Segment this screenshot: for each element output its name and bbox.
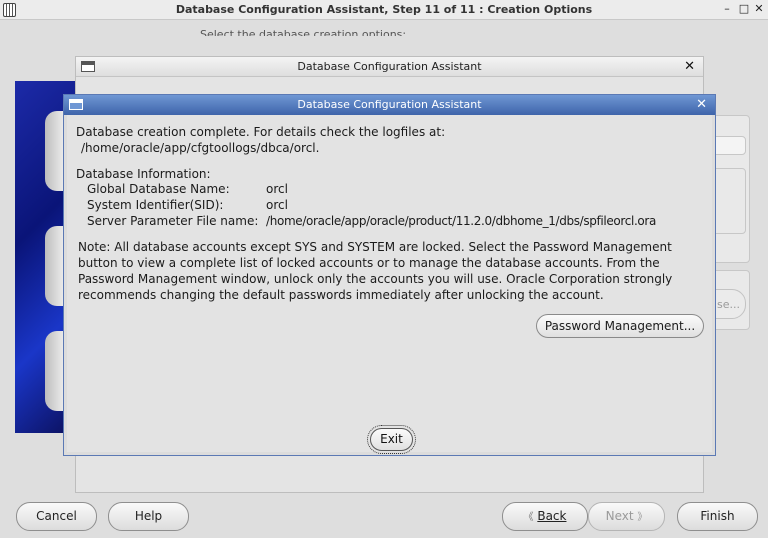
- back-button-label: Back: [537, 509, 567, 523]
- info-label-sid: System Identifier(SID):: [87, 198, 224, 212]
- info-value-global-name: orcl: [266, 182, 288, 196]
- completion-message: Database creation complete. For details …: [76, 125, 446, 139]
- main-title-bar: Database Configuration Assistant, Step 1…: [0, 0, 768, 20]
- note-text-line: recommends changing the default password…: [78, 288, 604, 302]
- close-icon[interactable]: ✕: [684, 59, 695, 74]
- info-label-spfile: Server Parameter File name:: [87, 214, 259, 228]
- next-arrow-icon: 》: [637, 512, 648, 523]
- next-button-label: Next: [605, 509, 634, 523]
- exit-button[interactable]: Exit: [367, 425, 416, 454]
- info-value-sid: orcl: [266, 198, 288, 212]
- logfile-path: /home/oracle/app/cfgtoollogs/dbca/orcl.: [81, 141, 320, 155]
- info-value-spfile: /home/oracle/app/oracle/product/11.2.0/d…: [266, 214, 657, 228]
- completion-dialog-content: Database creation complete. For details …: [67, 115, 712, 454]
- completion-dialog-title-bar: Database Configuration Assistant ✕: [64, 95, 715, 115]
- back-button[interactable]: 《 Back: [502, 502, 588, 531]
- back-arrow-icon: 《: [523, 512, 534, 523]
- completion-dialog-title: Database Configuration Assistant: [297, 98, 482, 111]
- next-button[interactable]: Next 》: [588, 502, 665, 531]
- progress-dialog-title: Database Configuration Assistant: [297, 60, 482, 73]
- completion-dialog: Database Configuration Assistant ✕ Datab…: [63, 94, 716, 456]
- database-info-heading: Database Information:: [76, 167, 211, 181]
- background-group-box: [712, 168, 746, 234]
- step-instruction: Select the database creation options:: [200, 28, 407, 36]
- note-text-line: Note: All database accounts except SYS a…: [78, 240, 672, 254]
- close-icon[interactable]: ✕: [696, 97, 707, 112]
- background-browse-button[interactable]: se...: [712, 289, 746, 319]
- main-window-title: Database Configuration Assistant, Step 1…: [175, 3, 593, 16]
- note-text-line: button to view a complete list of locked…: [78, 256, 660, 270]
- cancel-button[interactable]: Cancel: [16, 502, 97, 531]
- note-text-line: Password Management window, unlock only …: [78, 272, 673, 286]
- close-icon[interactable]: ✕: [752, 2, 766, 15]
- info-label-global-name: Global Database Name:: [87, 182, 230, 196]
- minimize-icon[interactable]: –: [720, 2, 734, 15]
- help-button[interactable]: Help: [108, 502, 189, 531]
- background-text-field[interactable]: [712, 136, 746, 155]
- finish-button[interactable]: Finish: [677, 502, 758, 531]
- password-management-button[interactable]: Password Management...: [536, 314, 704, 338]
- progress-dialog-title-bar: Database Configuration Assistant ✕: [76, 57, 703, 77]
- maximize-icon[interactable]: □: [737, 2, 751, 15]
